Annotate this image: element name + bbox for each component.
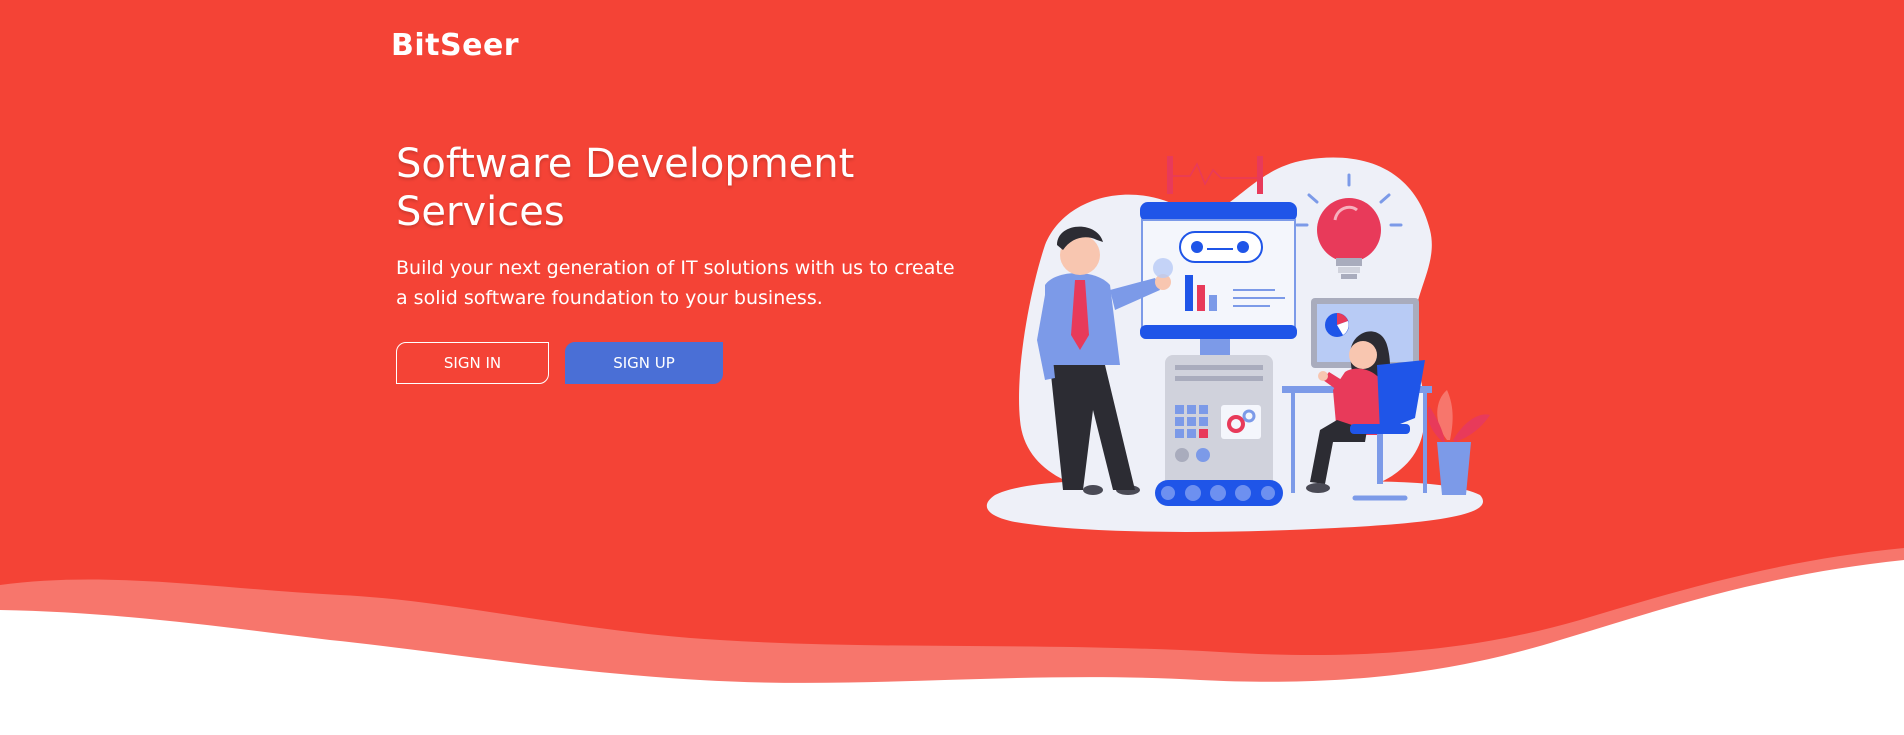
hero-subtext: Build your next generation of IT solutio…: [396, 257, 955, 309]
sign-up-button[interactable]: SIGN UP: [565, 342, 723, 384]
sign-up-label: SIGN UP: [613, 354, 675, 372]
signal-line: [1173, 162, 1257, 186]
sign-in-label: SIGN IN: [443, 354, 502, 372]
hero-background: [0, 0, 1904, 735]
hero-headline: Software Development Services: [396, 141, 855, 235]
sign-in-button[interactable]: SIGN IN: [396, 342, 549, 384]
landing-page: BitSeer Software Development Services Bu…: [0, 0, 1904, 735]
brand-logo[interactable]: BitSeer: [391, 26, 519, 66]
software-development-illustration-icon: [986, 156, 1490, 532]
brand-logo-text: BitSeer: [391, 28, 520, 63]
